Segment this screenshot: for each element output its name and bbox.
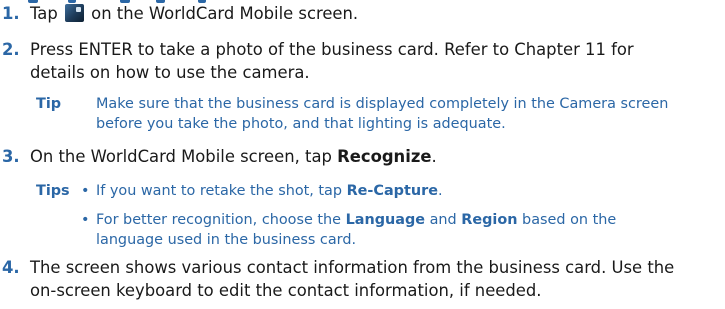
tips-item-1-text: If you want to retake the shot, tap Re-C… bbox=[96, 183, 443, 199]
bullet-icon: • bbox=[81, 183, 90, 199]
region-term: Region bbox=[461, 212, 518, 228]
worldcard-camera-icon bbox=[64, 4, 84, 22]
tip-text-line-1: Make sure that the business card is disp… bbox=[96, 96, 669, 112]
step-number: 2. bbox=[2, 40, 20, 59]
step-text-line-1: The screen shows various contact informa… bbox=[30, 258, 675, 277]
step-text-line-2: on-screen keyboard to edit the contact i… bbox=[30, 281, 542, 300]
recognize-term: Recognize bbox=[337, 147, 432, 166]
tips-label: Tips bbox=[36, 183, 70, 199]
step-text-line-2: details on how to use the camera. bbox=[30, 63, 310, 82]
tip-label: Tip bbox=[36, 96, 62, 112]
language-term: Language bbox=[345, 212, 426, 228]
tips-item-2-text-line-1: For better recognition, choose the Langu… bbox=[96, 212, 617, 228]
tip-text-line-2: before you take the photo, and that ligh… bbox=[96, 116, 506, 132]
tips-item-2-text-line-2: language used in the business card. bbox=[96, 232, 357, 248]
bullet-icon: • bbox=[81, 212, 90, 228]
step-number: 1. bbox=[2, 4, 20, 23]
manual-page: 1. Tap on the WorldCard Mobile screen. 2… bbox=[0, 0, 725, 309]
step-text-line-1: Press ENTER to take a photo of the busin… bbox=[30, 40, 634, 59]
step-number: 4. bbox=[2, 258, 20, 277]
step-text: On the WorldCard Mobile screen, tap Reco… bbox=[30, 147, 437, 166]
step-number: 3. bbox=[2, 147, 20, 166]
step-text: Tap on the WorldCard Mobile screen. bbox=[30, 4, 359, 23]
recapture-term: Re-Capture bbox=[346, 183, 438, 199]
